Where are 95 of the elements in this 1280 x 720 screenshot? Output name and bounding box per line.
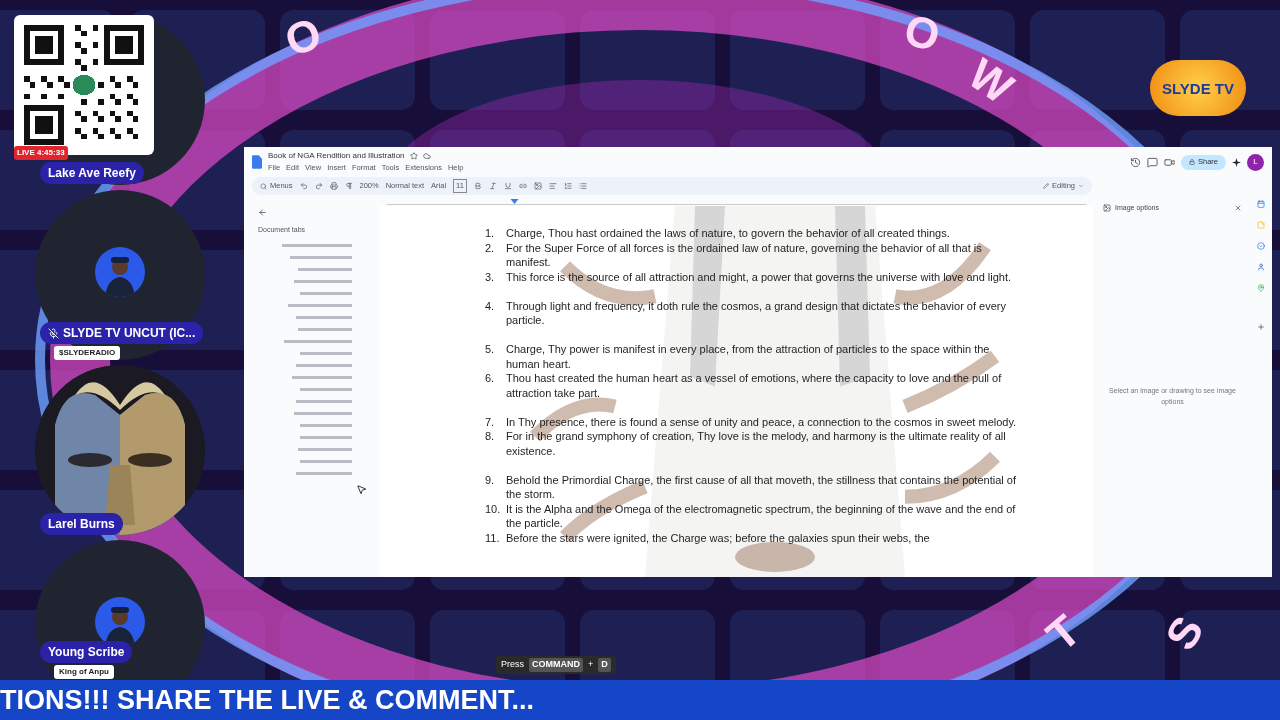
image-icon[interactable] (533, 182, 542, 190)
document-title[interactable]: Book of NGA Rendition and Illustration (268, 150, 405, 163)
live-badge: LIVE 4:45:33 (14, 146, 68, 160)
list-number: 4. (485, 298, 496, 314)
blurred-outline-entry[interactable] (298, 327, 352, 331)
blurred-outline-entry[interactable] (292, 375, 352, 379)
blurred-outline-entry[interactable] (288, 303, 352, 307)
comment-icon[interactable] (1147, 156, 1158, 168)
ring-letter: S (1154, 606, 1214, 660)
blurred-outline-entry[interactable] (296, 471, 352, 475)
blurred-outline-entry[interactable] (290, 255, 352, 259)
list-item-text: Behold the Primordial Charge, the first cause of all that moveth, the stillness that contains the potential of the storm. (506, 472, 1017, 502)
list-number: 3. (485, 269, 496, 284)
key-cap: COMMAND (529, 658, 583, 672)
participant-name: Larel Burns (40, 513, 123, 535)
list-item-text: It is the Alpha and the Omega of the electromagnetic spectrum, the beginning of the wave and the end of the particle. (506, 501, 1017, 531)
blurred-outline-entry[interactable] (296, 315, 352, 319)
print-icon[interactable] (329, 182, 338, 190)
blurred-outline-entry[interactable] (300, 459, 352, 463)
blurred-outline-entry[interactable] (300, 387, 352, 391)
blurred-outline-entry[interactable] (300, 423, 352, 427)
ring-letter: O (898, 3, 947, 63)
blurred-outline-entry[interactable] (284, 339, 352, 343)
history-icon[interactable] (1130, 156, 1141, 168)
blurred-outline-entry[interactable] (300, 291, 352, 295)
list-item-text: Through light and frequency, it doth rule the cosmos, a grand design that dictates the behavior of every particle. (506, 298, 1007, 328)
numbered-list-icon[interactable] (563, 182, 572, 190)
blurred-outline-entry[interactable] (296, 363, 352, 367)
map-pin-icon[interactable] (1257, 284, 1265, 292)
ring-letter: T (1036, 604, 1091, 663)
blurred-outline-entry[interactable] (300, 351, 352, 355)
blurred-outline-entry[interactable] (282, 243, 352, 247)
bulleted-list-icon[interactable] (578, 182, 587, 190)
italic-icon[interactable] (488, 182, 497, 190)
close-icon[interactable] (1234, 204, 1242, 212)
list-item-text: This force is the source of all attraction and might, a power that governs the universe with love and light. (506, 269, 1013, 284)
paint-format-icon[interactable] (344, 182, 353, 190)
list-number: 2. (485, 240, 496, 256)
blurred-outline-entry[interactable] (300, 435, 352, 439)
blurred-outline-entry[interactable] (298, 267, 352, 271)
caret-icon (1078, 183, 1084, 189)
blurred-outline-entry[interactable] (294, 411, 352, 415)
list-number: 1. (485, 226, 496, 241)
search-icon (260, 182, 267, 190)
list-item-text: For the Super Force of all forces is the ordained law of nature, governing the behavior of all that is manifest. (506, 240, 983, 270)
participant-name: Young Scribe (40, 641, 133, 663)
calendar-icon[interactable] (1257, 200, 1265, 208)
hint-text: Press (501, 658, 524, 672)
underline-icon[interactable] (503, 182, 512, 190)
redo-icon[interactable] (314, 182, 323, 190)
list-item-text: Thou hast created the human heart as a vessel of emotions, where the capacity to love and the pull of attraction take part. (506, 371, 1003, 400)
align-icon[interactable] (548, 182, 557, 190)
note-icon[interactable] (1257, 221, 1265, 229)
participant-subtitle: King of Anpu (54, 665, 114, 679)
key-cap: D (598, 658, 611, 672)
blurred-outline-entry[interactable] (298, 447, 352, 451)
list-item-text: For in the grand symphony of creation, Thy love is the melody, and harmony is the ultimate reality of all existence. (506, 429, 1007, 458)
muted-mic-icon (48, 327, 59, 339)
bold-icon[interactable] (473, 182, 482, 190)
video-icon[interactable] (1164, 156, 1175, 168)
ring-letter: W (959, 47, 1024, 115)
pencil-icon (1043, 183, 1050, 189)
add-icon[interactable] (1257, 323, 1265, 331)
list-number: 5. (485, 342, 496, 357)
back-icon[interactable] (258, 208, 267, 217)
participant-name: SLYDE TV UNCUT (IC... (40, 322, 204, 344)
blurred-outline-entry[interactable] (296, 399, 352, 403)
undo-icon[interactable] (299, 182, 308, 190)
link-icon[interactable] (518, 182, 527, 190)
contact-icon[interactable] (1257, 263, 1265, 271)
list-number: 10. (485, 501, 502, 517)
mouse-cursor-icon (356, 484, 367, 495)
blurred-outline-entry[interactable] (294, 279, 352, 283)
cloud-icon[interactable] (422, 152, 431, 161)
list-item-text: Before the stars were ignited, the Charge was; before the galaxies spun their webs, the (506, 530, 931, 545)
document-icon (252, 155, 262, 169)
list-number: 11. (485, 530, 501, 545)
list-number: 6. (485, 371, 496, 386)
list-item-text: Charge, Thy power is manifest in every place, from the attraction of particles to the space within the human heart. (506, 342, 991, 371)
hint-text: + (588, 658, 594, 672)
star-icon[interactable] (409, 152, 418, 161)
sparkle-icon[interactable] (1232, 157, 1241, 167)
list-item-text: Charge, Thou hast ordained the laws of nature, to govern the behavior of all created things. (506, 226, 951, 241)
list-number: 8. (485, 429, 496, 444)
image-icon (1103, 204, 1111, 212)
account-avatar[interactable]: L (1247, 153, 1264, 171)
list-item-text: In Thy presence, there is found a sense of unity and peace, a connection to the cosmos in sweet melody. (506, 414, 1018, 429)
ticker-text: TIONS!!! SHARE THE LIVE & COMMENT... (0, 683, 534, 717)
task-icon[interactable] (1257, 242, 1265, 250)
list-number: 9. (485, 472, 496, 488)
ring-letter: O (277, 6, 329, 68)
participant-subtitle: $SLYDERADIO (54, 346, 121, 360)
list-number: 7. (485, 414, 496, 429)
participant-name: Lake Ave Reefy (40, 162, 144, 184)
lock-icon (1189, 159, 1195, 165)
